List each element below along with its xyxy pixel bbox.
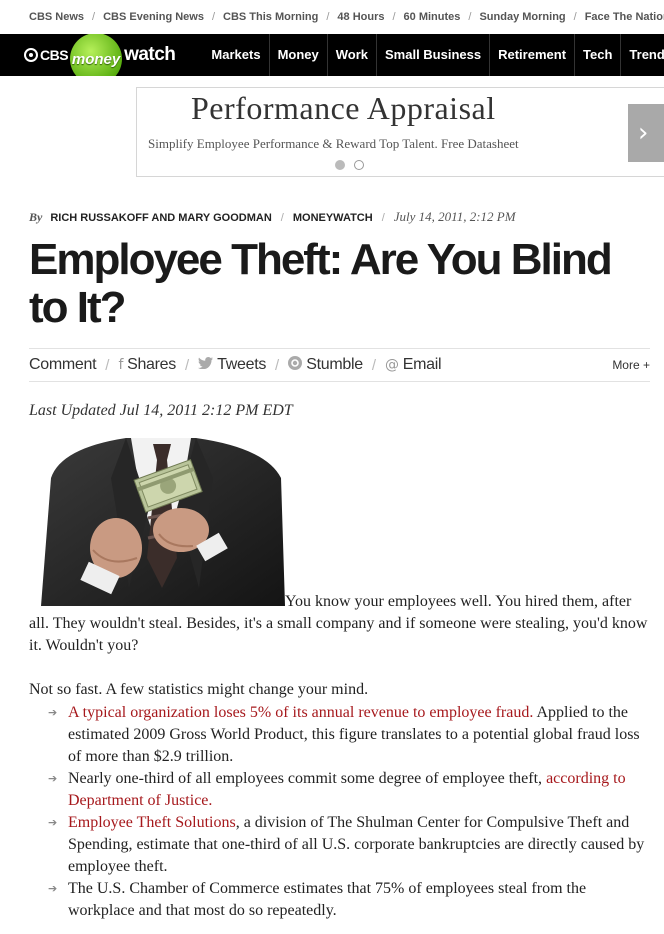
separator: / xyxy=(275,356,280,374)
share-bar: Comment / f Shares / Tweets / Stumble / @… xyxy=(29,348,650,382)
separator: / xyxy=(573,11,577,23)
byline-date: July 14, 2011, 2:12 PM xyxy=(393,209,516,224)
ad-banner[interactable]: Performance Appraisal Simplify Employee … xyxy=(136,87,664,177)
network-link-cbs-news[interactable]: CBS News xyxy=(29,11,84,23)
twitter-bird-icon xyxy=(198,357,214,373)
bullet-arrow-icon: ➔ xyxy=(48,706,58,719)
bullet-arrow-icon: ➔ xyxy=(48,772,58,785)
network-link-60-minutes[interactable]: 60 Minutes xyxy=(404,11,461,23)
nav-trending[interactable]: Trending xyxy=(620,34,664,76)
article-photo xyxy=(31,438,285,606)
separator: / xyxy=(211,11,216,23)
article-headline: Employee Theft: Are You Blind to It? xyxy=(29,235,613,332)
shares-label: Shares xyxy=(127,356,176,373)
separator: / xyxy=(392,11,396,23)
article-paragraph: Not so fast. A few statistics might chan… xyxy=(29,681,369,698)
network-link-sunday-morning[interactable]: Sunday Morning xyxy=(479,11,565,23)
main-nav: CBS money watch Markets Money Work Small… xyxy=(0,34,664,76)
facebook-icon: f xyxy=(118,357,124,373)
nav-money[interactable]: Money xyxy=(268,34,327,76)
stumble-share-button[interactable]: Stumble xyxy=(288,356,363,374)
ad-pager-dot-active[interactable] xyxy=(335,160,345,170)
list-item: ➔ A typical organization loses 5% of its… xyxy=(29,702,654,768)
byline-authors[interactable]: RICH RUSSAKOFF AND MARY GOODMAN xyxy=(50,212,271,224)
nav-small-business[interactable]: Small Business xyxy=(376,34,489,76)
ad-title: Performance Appraisal xyxy=(191,90,496,126)
nav-work[interactable]: Work xyxy=(326,34,376,76)
email-label: Email xyxy=(402,356,442,373)
byline-section[interactable]: MONEYWATCH xyxy=(293,212,373,224)
logo-cbs-text: CBS xyxy=(40,47,69,63)
network-link-face-the-nation[interactable]: Face The Nation xyxy=(585,11,664,23)
stumbleupon-icon xyxy=(288,356,303,374)
list-item-text: The U.S. Chamber of Commerce estimates t… xyxy=(68,880,587,919)
acfe-fraud-link[interactable]: A typical organization loses 5% of its a… xyxy=(68,704,533,721)
separator: / xyxy=(92,11,96,23)
moneywatch-logo[interactable]: CBS money watch xyxy=(24,34,176,76)
more-share-button[interactable]: More + xyxy=(612,358,650,372)
ad-subtitle: Simplify Employee Performance & Reward T… xyxy=(148,136,519,151)
separator: / xyxy=(184,356,190,374)
at-sign-icon: @ xyxy=(385,357,399,373)
list-item: ➔ The U.S. Chamber of Commerce estimates… xyxy=(29,878,654,922)
article-paragraph: You know your employees well. You hired … xyxy=(29,593,648,654)
separator: / xyxy=(381,212,385,224)
separator: / xyxy=(371,356,376,374)
network-link-this-morning[interactable]: CBS This Morning xyxy=(223,11,318,23)
network-link-evening-news[interactable]: CBS Evening News xyxy=(103,11,204,23)
ad-next-arrow-icon[interactable]: › xyxy=(628,104,664,162)
byline-by: By xyxy=(29,210,43,224)
facebook-share-button[interactable]: f Shares xyxy=(118,356,176,374)
tweets-label: Tweets xyxy=(217,356,267,373)
byline: By RICH RUSSAKOFF AND MARY GOODMAN / MON… xyxy=(29,209,516,225)
nav-markets[interactable]: Markets xyxy=(203,34,268,76)
separator: / xyxy=(280,212,284,224)
comment-label: Comment xyxy=(29,356,97,373)
last-updated: Last Updated Jul 14, 2011 2:12 PM EDT xyxy=(29,402,293,419)
separator: / xyxy=(326,11,330,23)
list-item-text: Nearly one-third of all employees commit… xyxy=(68,770,547,787)
separator: / xyxy=(105,356,110,374)
network-bar: CBS News / CBS Evening News / CBS This Mor… xyxy=(0,0,664,34)
ad-pager-dot[interactable] xyxy=(354,160,364,170)
cbs-eye-icon xyxy=(24,48,38,62)
article-body: You know your employees well. You hired … xyxy=(29,591,654,922)
list-item: ➔ Nearly one-third of all employees comm… xyxy=(29,768,654,812)
comment-link[interactable]: Comment xyxy=(29,356,97,374)
nav-retirement[interactable]: Retirement xyxy=(489,34,574,76)
stumble-label: Stumble xyxy=(306,356,363,373)
ad-pager xyxy=(335,160,364,170)
network-link-48-hours[interactable]: 48 Hours xyxy=(337,11,384,23)
logo-watch-text: watch xyxy=(124,44,176,65)
statistics-list: ➔ A typical organization loses 5% of its… xyxy=(29,702,654,922)
logo-money-badge: money xyxy=(70,34,123,76)
list-item: ➔ Employee Theft Solutions, a division o… xyxy=(29,812,654,878)
separator: / xyxy=(468,11,472,23)
bullet-arrow-icon: ➔ xyxy=(48,882,58,895)
email-share-button[interactable]: @ Email xyxy=(385,356,442,374)
twitter-share-button[interactable]: Tweets xyxy=(198,356,266,374)
employee-theft-solutions-link[interactable]: Employee Theft Solutions xyxy=(68,814,236,831)
nav-tech[interactable]: Tech xyxy=(574,34,620,76)
bullet-arrow-icon: ➔ xyxy=(48,816,58,829)
